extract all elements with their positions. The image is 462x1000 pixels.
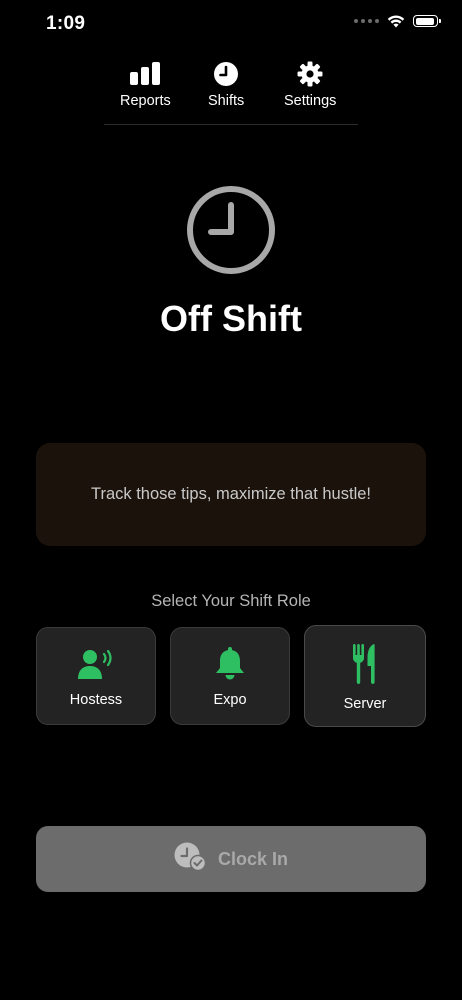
clock-check-icon [174,842,207,877]
clock-icon [213,60,239,88]
nav-item-shifts[interactable]: Shifts [208,60,244,109]
clock-in-button[interactable]: Clock In [36,826,426,892]
battery-icon [413,15,441,27]
role-button-expo[interactable]: Expo [170,627,290,725]
tagline-card: Track those tips, maximize that hustle! [36,443,426,546]
role-button-hostess[interactable]: Hostess [36,627,156,725]
role-label: Server [343,696,387,712]
role-heading: Select Your Shift Role [151,592,311,610]
nav-label: Settings [284,93,337,109]
nav-item-reports[interactable]: Reports [120,60,171,109]
role-button-server[interactable]: Server [304,625,426,727]
status-bar: 1:09 [0,0,462,50]
status-icons [354,14,441,28]
tagline-text: Track those tips, maximize that hustle! [91,485,371,503]
bell-icon [214,646,246,682]
clock-in-label: Clock In [217,848,288,869]
bar-chart-icon [129,60,161,88]
role-label: Hostess [69,692,123,708]
fork-knife-icon [352,644,378,684]
nav-label: Reports [120,93,171,109]
nav-label: Shifts [208,93,245,109]
person-speaking-icon [77,646,115,682]
wifi-icon [387,15,405,28]
top-nav: Reports Shifts Settings [104,60,358,125]
shift-status-title: Off Shift [160,298,302,339]
nav-item-settings[interactable]: Settings [284,60,336,109]
clock-icon [186,185,276,275]
gear-icon [297,60,323,88]
status-time: 1:09 [46,13,86,34]
role-label: Expo [213,692,247,708]
cellular-signal-icon [354,19,379,23]
